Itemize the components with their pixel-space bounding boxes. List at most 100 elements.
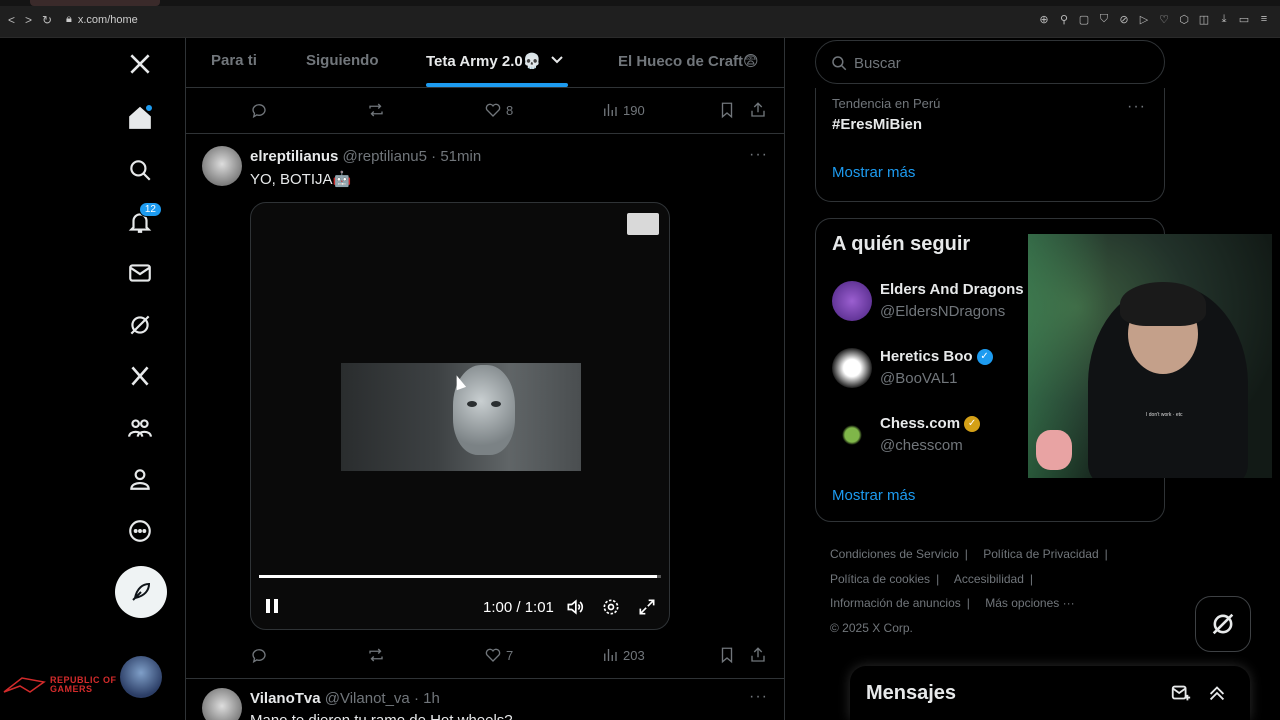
messages-drawer[interactable]: Mensajes (850, 666, 1250, 720)
screenshot-icon[interactable]: ▢ (1078, 13, 1090, 26)
footer-privacy[interactable]: Política de Privacidad (983, 547, 1098, 561)
tab-para-ti[interactable]: Para ti (211, 52, 257, 69)
follow-show-more[interactable]: Mostrar más (832, 487, 915, 504)
views-icon (604, 649, 617, 661)
views-button[interactable]: 203 (601, 646, 645, 664)
account-name-row[interactable]: Heretics Boo ✓ (880, 348, 993, 365)
view-count: 203 (623, 647, 645, 663)
video-progress-fill (259, 575, 657, 578)
tweet-dot: · (431, 148, 437, 165)
video-time: 1:00 / 1:01 (483, 599, 554, 616)
account-avatar[interactable] (832, 415, 872, 455)
share-button[interactable] (749, 101, 767, 119)
reload-icon[interactable]: ↻ (42, 13, 52, 27)
tab-el-hueco-de-craft[interactable]: El Hueco de Craft😨 (618, 52, 759, 70)
account-avatar[interactable] (832, 348, 872, 388)
chevron-down-icon[interactable] (550, 52, 564, 66)
heart-icon[interactable]: ♡ (1158, 13, 1170, 26)
footer-links: Condiciones de Servicio | Política de Pri… (830, 542, 1150, 640)
bookmark-icon (721, 102, 733, 119)
menu-icon[interactable]: ≡ (1258, 13, 1270, 26)
trend-more-icon[interactable]: ··· (1127, 98, 1146, 116)
tweet-time[interactable]: 51min (440, 148, 481, 165)
bookmark-button[interactable] (718, 646, 736, 664)
grok-icon[interactable] (116, 301, 164, 349)
share-button[interactable] (749, 646, 767, 664)
like-button[interactable]: 8 (484, 101, 513, 119)
account-name-row[interactable]: Chess.com ✓ (880, 415, 981, 432)
repost-button[interactable] (367, 646, 385, 664)
more-icon[interactable] (116, 507, 164, 555)
fullscreen-icon[interactable] (637, 597, 657, 617)
footer-more-options[interactable]: Más opciones ··· (985, 596, 1074, 610)
trend-name[interactable]: #EresMiBien (832, 116, 922, 133)
home-icon[interactable] (116, 94, 164, 142)
tweet-more-icon[interactable]: ··· (749, 146, 768, 164)
post-button[interactable] (115, 566, 167, 618)
account-avatar[interactable] (832, 281, 872, 321)
tweet-author-name[interactable]: VilanoTva (250, 690, 321, 707)
notifications-icon[interactable]: 12 (116, 198, 164, 246)
lock-icon: 🔒︎ (66, 13, 72, 25)
profile-icon[interactable] (116, 455, 164, 503)
footer-ads-info[interactable]: Información de anuncios (830, 596, 961, 610)
tweet-time[interactable]: 1h (423, 690, 440, 707)
tab-siguiendo[interactable]: Siguiendo (306, 52, 379, 69)
footer-terms[interactable]: Condiciones de Servicio (830, 547, 959, 561)
expand-up-icon[interactable] (1206, 682, 1228, 704)
reply-button[interactable] (250, 646, 268, 664)
zoom-icon[interactable]: ⊕ (1038, 13, 1050, 26)
footer-copyright: © 2025 X Corp. (830, 620, 913, 635)
footer-cookies[interactable]: Política de cookies (830, 572, 930, 586)
volume-icon[interactable] (565, 597, 585, 617)
trending-show-more[interactable]: Mostrar más (832, 164, 915, 181)
download-video-icon[interactable] (627, 213, 659, 235)
settings-gear-icon[interactable] (601, 597, 621, 617)
messages-icon[interactable] (116, 249, 164, 297)
video-player[interactable]: 1:00 / 1:01 (250, 202, 670, 630)
sidebar-icon[interactable]: ◫ (1198, 13, 1210, 26)
repost-button[interactable] (367, 101, 385, 119)
footer-accessibility[interactable]: Accesibilidad (954, 572, 1024, 586)
like-button[interactable]: 7 (484, 646, 513, 664)
grok-floating-button[interactable] (1195, 596, 1251, 652)
streamer-webcam: I don't work · etc (1028, 234, 1272, 478)
tweet-author-handle[interactable]: @Vilanot_va (325, 690, 410, 707)
tweet-author-name[interactable]: elreptilianus (250, 148, 338, 165)
repost-icon (369, 648, 383, 662)
puzzle-icon[interactable]: ⬡ (1178, 13, 1190, 26)
feather-icon (132, 582, 151, 601)
shirt-text: I don't work · etc (1146, 412, 1183, 418)
new-message-icon[interactable] (1170, 682, 1192, 704)
reply-button[interactable] (250, 101, 268, 119)
back-icon[interactable]: < (8, 13, 15, 27)
extension-icon[interactable]: ⊘ (1118, 13, 1130, 26)
tweet-author-handle[interactable]: @reptilianu5 (343, 148, 427, 165)
x-logo-icon[interactable] (116, 40, 164, 88)
tweet-author-avatar[interactable] (202, 146, 242, 186)
play-icon[interactable]: ▷ (1138, 13, 1150, 26)
pin-icon[interactable]: ⚲ (1058, 13, 1070, 26)
browser-tab[interactable] (30, 0, 160, 6)
pause-icon[interactable] (263, 597, 281, 615)
tweet-author-avatar[interactable] (202, 688, 242, 720)
cast-icon[interactable]: ▭ (1238, 13, 1250, 26)
tweet-more-icon[interactable]: ··· (749, 688, 768, 706)
video-progress-bar[interactable] (259, 575, 661, 578)
grok-icon (1212, 613, 1234, 635)
forward-icon[interactable]: > (25, 13, 32, 27)
views-icon (604, 104, 617, 116)
views-button[interactable]: 190 (601, 101, 645, 119)
account-name[interactable]: Elders And Dragons (880, 281, 1024, 298)
shield-icon[interactable]: ⛉ (1098, 13, 1110, 26)
tab-teta-army[interactable]: Teta Army 2.0💀 (426, 52, 541, 70)
premium-x-icon[interactable] (116, 352, 164, 400)
tweet-divider (186, 678, 784, 679)
address-bar[interactable]: 🔒︎ x.com/home (66, 13, 138, 26)
search-box[interactable] (815, 40, 1165, 84)
search-input[interactable] (854, 51, 1144, 75)
explore-icon[interactable] (116, 146, 164, 194)
communities-icon[interactable] (116, 404, 164, 452)
bookmark-button[interactable] (718, 101, 736, 119)
download-icon[interactable]: ⤓ (1218, 13, 1230, 26)
